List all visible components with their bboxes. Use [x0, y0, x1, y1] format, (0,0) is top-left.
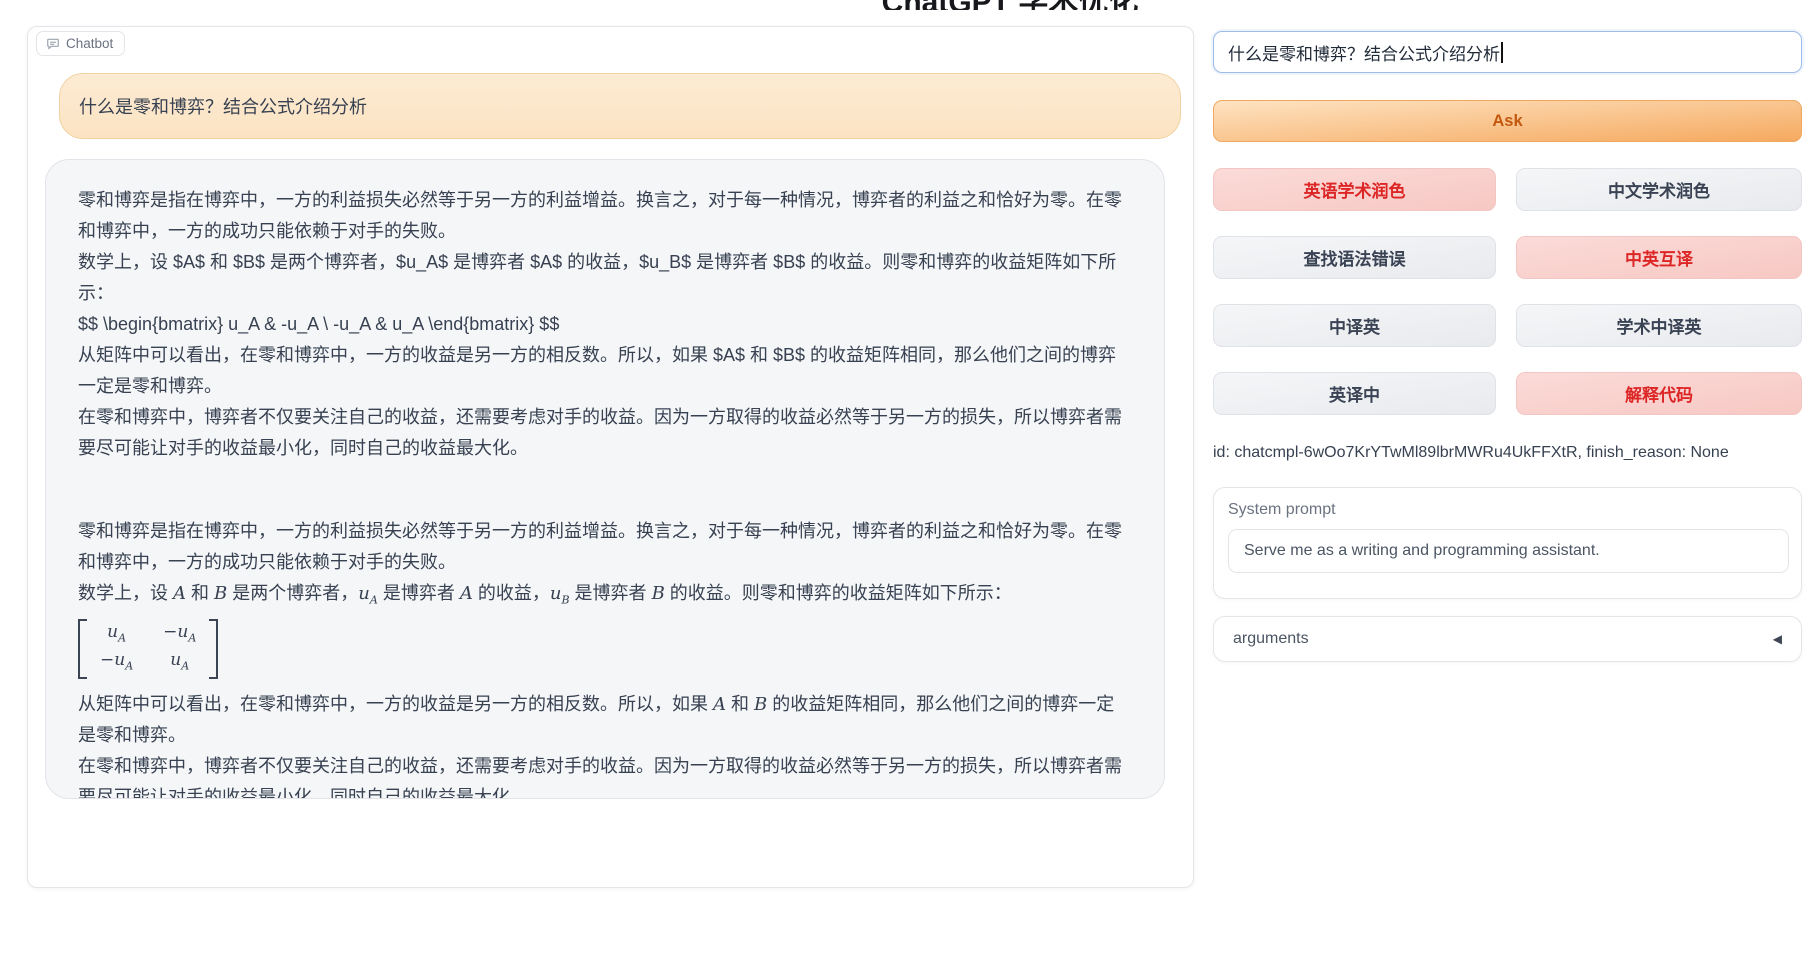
math-var: A [713, 694, 726, 715]
action-zh-en-mutual-translate[interactable]: 中英互译 [1516, 236, 1802, 279]
math-var: −uA [100, 650, 133, 670]
collapse-arrow-icon: ◀ [1773, 632, 1782, 646]
arguments-label: arguments [1233, 630, 1309, 648]
chat-paragraph: 从矩阵中可以看出，在零和博弈中，一方的收益是另一方的相反数。所以，如果 A 和 … [78, 689, 1132, 751]
control-column: 什么是零和博弈？结合公式介绍分析 Ask 英语学术润色 中文学术润色 查找语法错… [1213, 31, 1802, 662]
status-id-line: id: chatcmpl-6wOo7KrYTwMl89lbrMWRu4UkFFX… [1213, 444, 1802, 462]
question-input[interactable]: 什么是零和博弈？结合公式介绍分析 [1213, 31, 1802, 73]
app-canvas: ChatGPT 学术优化 Chatbot 什么是零和博弈？结合公式介绍分析 零和… [0, 0, 1814, 961]
matrix-cell: −uA [163, 621, 196, 649]
bot-raw-block: 零和博弈是指在博弈中，一方的利益损失必然等于另一方的利益增益。换言之，对于每一种… [78, 185, 1132, 464]
ask-button-label: Ask [1492, 112, 1522, 131]
question-input-value: 什么是零和博弈？结合公式介绍分析 [1228, 40, 1500, 65]
user-message-bubble: 什么是零和博弈？结合公式介绍分析 [59, 73, 1181, 139]
system-prompt-input[interactable]: Serve me as a writing and programming as… [1228, 529, 1789, 573]
action-english-academic-polish[interactable]: 英语学术润色 [1213, 168, 1496, 211]
action-academic-zh-to-en[interactable]: 学术中译英 [1516, 304, 1802, 347]
math-var: A [173, 583, 186, 604]
actions-grid: 英语学术润色 中文学术润色 查找语法错误 中英互译 中译英 学术中译英 英译中 … [1213, 168, 1802, 415]
action-explain-code[interactable]: 解释代码 [1516, 372, 1802, 415]
matrix-cell: uA [170, 649, 189, 677]
chat-paragraph: 从矩阵中可以看出，在零和博弈中，一方的收益是另一方的相反数。所以，如果 $A$ … [78, 340, 1132, 402]
matrix-bracket-left [78, 619, 87, 680]
math-var: uA [170, 650, 189, 670]
chat-paragraph: 在零和博弈中，博弈者不仅要关注自己的收益，还需要考虑对手的收益。因为一方取得的收… [78, 751, 1132, 799]
math-var: uB [550, 583, 570, 604]
arguments-accordion[interactable]: arguments ◀ [1213, 616, 1802, 662]
matrix-cells: uA −uA −uA uA [87, 619, 209, 680]
math-var: A [460, 583, 473, 604]
math-var: −uA [163, 622, 196, 642]
chat-paragraph: $$ \begin{bmatrix} u_A & -u_A \ -u_A & u… [78, 309, 1132, 340]
text-caret [1501, 42, 1503, 63]
block-gap [78, 464, 1132, 516]
chat-bubble-icon [46, 37, 60, 51]
ask-button[interactable]: Ask [1213, 100, 1802, 142]
system-prompt-panel: System prompt Serve me as a writing and … [1213, 487, 1802, 599]
matrix-cell: uA [107, 621, 126, 649]
chat-paragraph: 零和博弈是指在博弈中，一方的利益损失必然等于另一方的利益增益。换言之，对于每一种… [78, 516, 1132, 578]
matrix-bracket-right [209, 619, 218, 680]
bot-rendered-block: 零和博弈是指在博弈中，一方的利益损失必然等于另一方的利益增益。换言之，对于每一种… [78, 516, 1132, 799]
payoff-matrix: uA −uA −uA uA [78, 619, 218, 680]
system-prompt-value: Serve me as a writing and programming as… [1244, 542, 1600, 560]
math-var: B [754, 694, 767, 715]
action-en-to-zh[interactable]: 英译中 [1213, 372, 1496, 415]
math-var: uA [107, 622, 126, 642]
system-prompt-label: System prompt [1228, 501, 1787, 519]
user-message-text: 什么是零和博弈？结合公式介绍分析 [79, 93, 367, 119]
chat-paragraph: 在零和博弈中，博弈者不仅要关注自己的收益，还需要考虑对手的收益。因为一方取得的收… [78, 402, 1132, 464]
page-title-text: ChatGPT 学术优化 [830, 0, 1190, 10]
chat-paragraph: 零和博弈是指在博弈中，一方的利益损失必然等于另一方的利益增益。换言之，对于每一种… [78, 185, 1132, 247]
chatbot-panel: Chatbot 什么是零和博弈？结合公式介绍分析 零和博弈是指在博弈中，一方的利… [27, 26, 1194, 888]
chatbot-label: Chatbot [66, 36, 113, 51]
action-find-grammar-errors[interactable]: 查找语法错误 [1213, 236, 1496, 279]
chat-paragraph: 数学上，设 $A$ 和 $B$ 是两个博弈者，$u_A$ 是博弈者 $A$ 的收… [78, 247, 1132, 309]
action-zh-to-en[interactable]: 中译英 [1213, 304, 1496, 347]
math-var: B [652, 583, 665, 604]
matrix-cell: −uA [100, 649, 133, 677]
math-var: uA [358, 583, 378, 604]
math-var: B [214, 583, 227, 604]
chatbot-label-chip: Chatbot [36, 31, 125, 56]
action-chinese-academic-polish[interactable]: 中文学术润色 [1516, 168, 1802, 211]
page-title-partial: ChatGPT 学术优化 [830, 0, 1190, 10]
bot-message-bubble: 零和博弈是指在博弈中，一方的利益损失必然等于另一方的利益增益。换言之，对于每一种… [45, 159, 1165, 799]
chat-paragraph: 数学上，设 A 和 B 是两个博弈者，uA 是博弈者 A 的收益，uB 是博弈者… [78, 578, 1132, 616]
